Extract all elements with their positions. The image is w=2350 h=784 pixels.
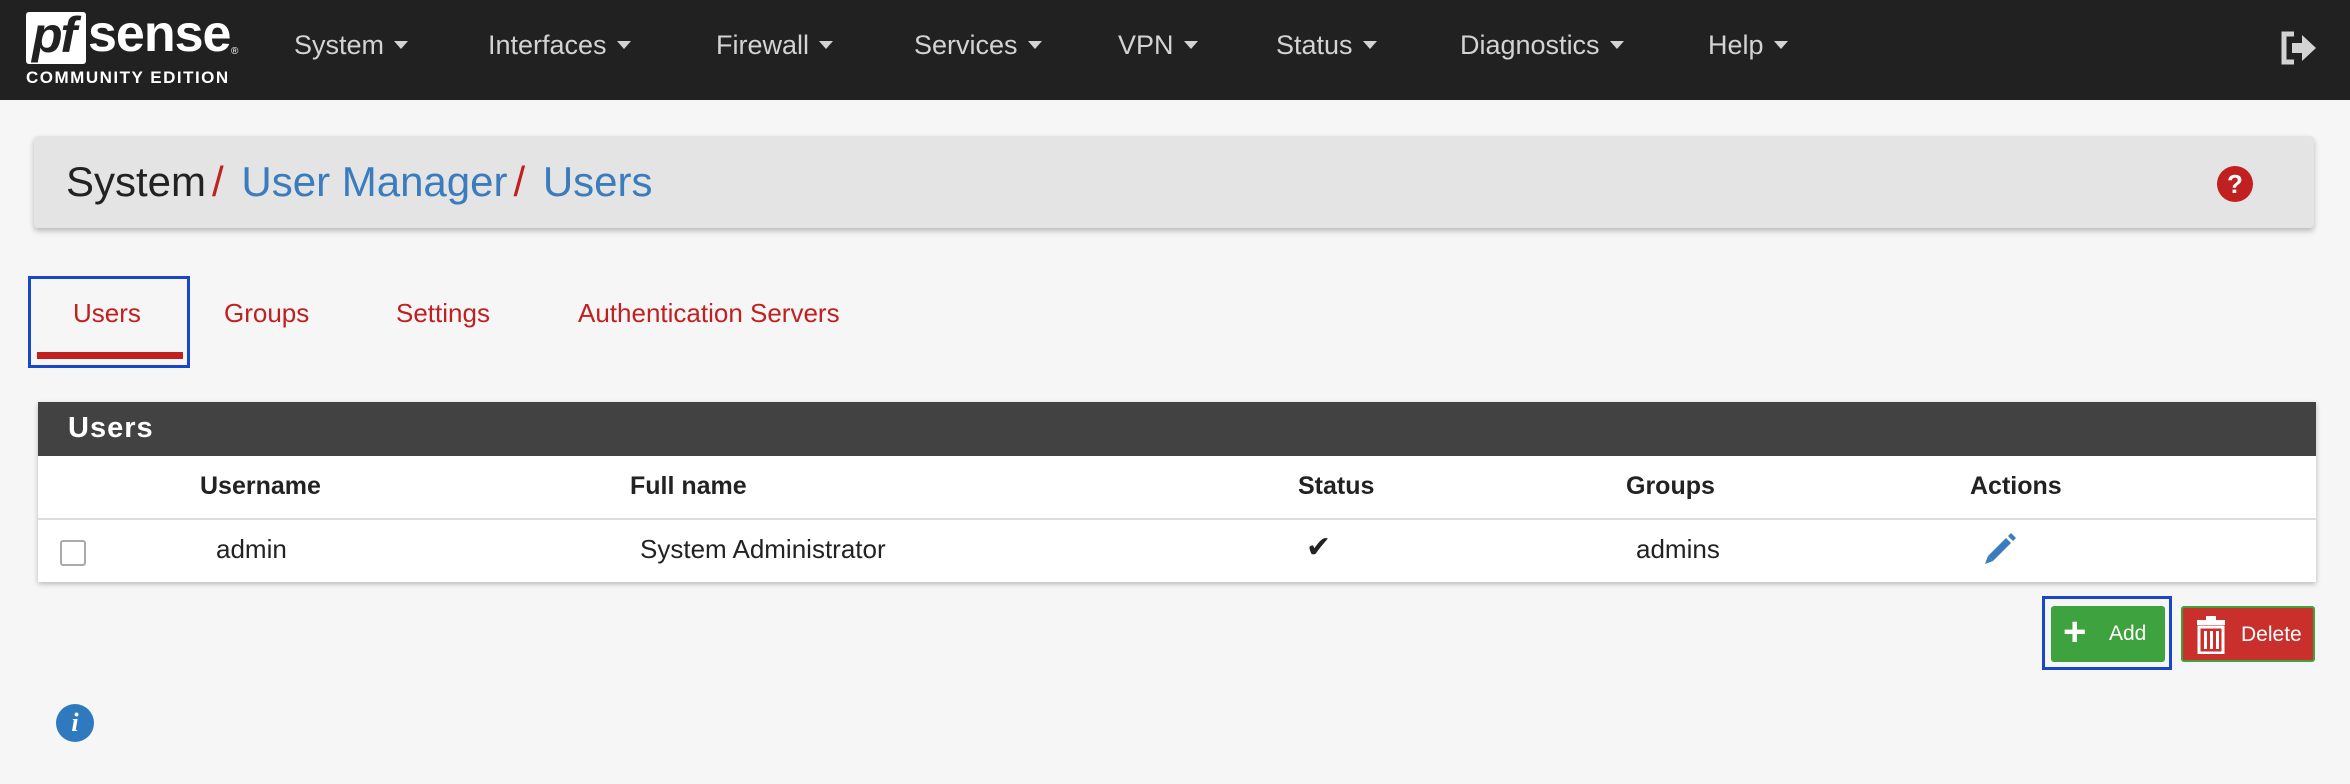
nav-menu-firewall[interactable]: Firewall [716,30,834,61]
nav-menu-services[interactable]: Services [914,30,1042,61]
pfsense-logo[interactable]: pf sense ® COMMUNITY EDITION [26,5,239,92]
column-header-status[interactable]: Status [1298,472,1374,501]
nav-menu-status[interactable]: Status [1276,30,1377,61]
plus-icon: + [2063,610,2087,654]
logo-trademark: ® [231,46,239,57]
add-button-label: Add [2109,622,2147,645]
column-header-actions: Actions [1970,472,2062,500]
caret-down-icon [819,40,834,49]
logo-pf-text: pf [32,7,77,63]
caret-down-icon [1773,40,1788,49]
delete-button[interactable]: Delete [2181,606,2315,662]
logo-subtitle: COMMUNITY EDITION [26,68,230,87]
tab-users[interactable]: Users [73,298,141,329]
info-circle-icon[interactable]: i [56,704,94,742]
row-select-checkbox[interactable] [60,540,86,566]
breadcrumb-system: System [66,158,207,205]
panel-heading: Users [38,402,2316,456]
breadcrumb-panel: System / User Manager / Users [34,136,2314,228]
top-navbar: pf sense ® COMMUNITY EDITION System Inte… [0,0,2350,100]
tab-settings[interactable]: Settings [396,298,490,329]
caret-down-icon [394,40,409,49]
caret-down-icon [1609,40,1624,49]
users-panel: Users Username Full name Status Groups A… [38,402,2316,582]
pencil-icon[interactable] [1980,530,2018,568]
tab-authentication-servers[interactable]: Authentication Servers [578,298,840,329]
breadcrumb-separator: / [513,158,526,205]
check-icon: ✔ [1306,531,1332,564]
cell-username: admin [216,534,287,564]
caret-down-icon [1183,40,1198,49]
delete-button-label: Delete [2241,623,2302,646]
nav-menu-label: VPN [1118,30,1174,60]
column-header-full-name[interactable]: Full name [630,472,747,501]
cell-full-name: System Administrator [640,534,886,564]
breadcrumb: System / User Manager / Users [66,158,653,206]
nav-menu-label: Interfaces [488,30,607,60]
nav-menu-label: System [294,30,385,60]
nav-menu-help[interactable]: Help [1708,30,1788,61]
add-user-button[interactable]: + Add [2051,606,2165,662]
breadcrumb-users[interactable]: Users [543,158,653,205]
nav-menu-label: Firewall [716,30,810,60]
nav-menu-system[interactable]: System [294,30,409,61]
caret-down-icon [1362,40,1377,49]
table-divider [38,518,2316,520]
nav-menu-label: Help [1708,30,1764,60]
nav-menu-label: Diagnostics [1460,30,1600,60]
column-header-groups[interactable]: Groups [1626,472,1715,501]
nav-menu-diagnostics[interactable]: Diagnostics [1460,30,1624,61]
nav-menu-vpn[interactable]: VPN [1118,30,1198,61]
sign-out-icon[interactable] [2280,30,2318,66]
panel-title: Users [68,412,154,444]
nav-menu-label: Services [914,30,1018,60]
breadcrumb-user-manager[interactable]: User Manager [241,158,507,205]
cell-groups: admins [1636,534,1720,564]
active-tab-indicator [37,352,183,359]
breadcrumb-separator: / [212,158,224,205]
logo-pf-badge: pf [26,7,86,64]
question-circle-icon[interactable]: ? [2217,166,2253,202]
caret-down-icon [616,40,631,49]
logo-sense-text: sense [88,5,231,63]
caret-down-icon [1027,40,1042,49]
column-header-username[interactable]: Username [200,472,321,501]
tab-groups[interactable]: Groups [224,298,309,329]
nav-menu-label: Status [1276,30,1353,60]
trash-icon [2197,616,2225,654]
nav-menu-interfaces[interactable]: Interfaces [488,30,631,61]
